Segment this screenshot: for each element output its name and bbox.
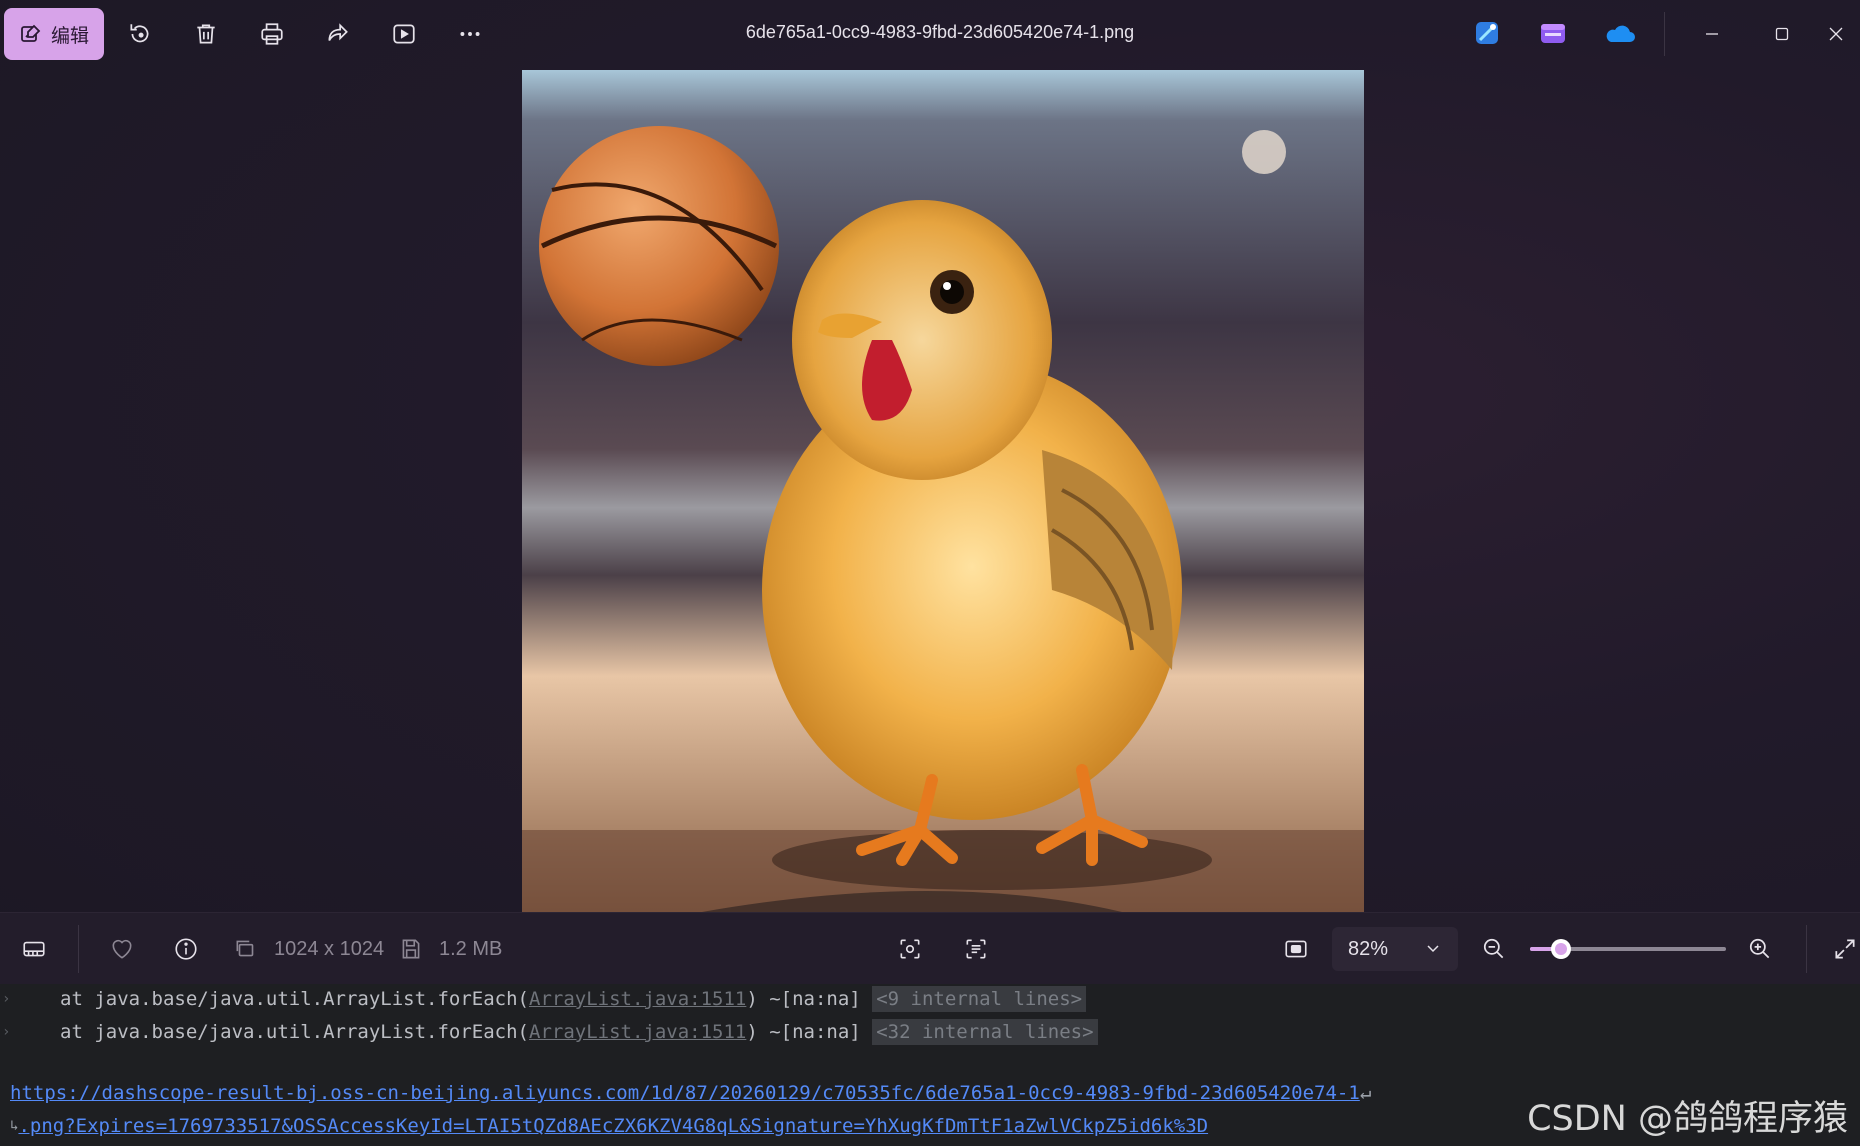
zoom-in-icon[interactable] [1742, 931, 1778, 967]
zoom-out-icon[interactable] [1476, 931, 1512, 967]
toolbar-divider [1806, 925, 1807, 973]
chevron-down-icon [1427, 945, 1439, 953]
image-dimensions: 1024 x 1024 [274, 938, 385, 960]
close-icon[interactable] [1828, 14, 1860, 54]
zoom-level-value: 82% [1348, 937, 1389, 960]
rotate-icon[interactable] [120, 14, 160, 54]
favorite-heart-icon[interactable] [104, 931, 140, 967]
internal-lines-fold[interactable]: <32 internal lines> [872, 1019, 1098, 1045]
onedrive-icon[interactable] [1602, 16, 1636, 50]
source-link[interactable]: ArrayList.java:1511 [529, 1021, 746, 1043]
zoom-level-dropdown[interactable]: 82% [1332, 927, 1458, 971]
slideshow-icon[interactable] [384, 14, 424, 54]
image-url-link[interactable]: https://dashscope-result-bj.oss-cn-beiji… [10, 1082, 1360, 1104]
filmstrip-icon[interactable] [16, 931, 52, 967]
log-prefix: at java.base/java.util.ArrayList.forEach… [60, 988, 529, 1010]
zoom-slider[interactable] [1530, 939, 1726, 959]
soft-wrap-continue-icon: ↳ [10, 1118, 19, 1134]
more-options-icon[interactable] [450, 14, 490, 54]
maximize-icon[interactable] [1760, 14, 1804, 54]
log-line: › at java.base/java.util.ArrayList.forEa… [0, 984, 1087, 1014]
displayed-image[interactable] [522, 70, 1364, 912]
internal-lines-fold[interactable]: <9 internal lines> [872, 986, 1087, 1012]
print-icon[interactable] [252, 14, 292, 54]
visual-search-icon[interactable] [892, 931, 928, 967]
photo-viewer: 编辑 6de765a1-0cc9-4983-9fbd-23d605420e74-… [0, 0, 1860, 985]
file-name-title: 6de765a1-0cc9-4983-9fbd-23d605420e74-1.p… [745, 22, 1135, 42]
edit-button[interactable]: 编辑 [4, 8, 104, 60]
soft-wrap-icon: ↵ [1359, 1082, 1372, 1104]
top-toolbar: 编辑 6de765a1-0cc9-4983-9fbd-23d605420e74-… [0, 0, 1860, 68]
delete-icon[interactable] [186, 14, 226, 54]
minimize-icon[interactable] [1690, 14, 1734, 54]
file-size-icon [398, 931, 424, 967]
log-prefix: at java.base/java.util.ArrayList.forEach… [60, 1021, 529, 1043]
dimensions-icon [232, 931, 260, 967]
log-suffix: ) ~[na:na] [746, 1021, 873, 1043]
ide-console-output: › at java.base/java.util.ArrayList.forEa… [0, 984, 1860, 1146]
fit-to-window-icon[interactable] [1278, 931, 1314, 967]
share-icon[interactable] [318, 14, 358, 54]
expand-chevron-icon[interactable]: › [0, 991, 60, 1007]
bottom-toolbar: 1024 x 1024 1.2 MB 82% [0, 912, 1860, 985]
chicken-basketball-photo [522, 70, 1364, 912]
source-link[interactable]: ArrayList.java:1511 [529, 988, 746, 1010]
url-row-2: ↳ .png?Expires=1769733517&OSSAccessKeyId… [0, 1111, 1500, 1141]
zoom-slider-thumb[interactable] [1551, 939, 1572, 959]
edit-button-label: 编辑 [50, 25, 89, 47]
window-controls-divider [1664, 12, 1665, 56]
log-suffix: ) ~[na:na] [746, 988, 873, 1010]
designer-app-icon[interactable] [1470, 16, 1504, 50]
url-row-1: https://dashscope-result-bj.oss-cn-beiji… [0, 1078, 1500, 1108]
text-recognition-icon[interactable] [958, 931, 994, 967]
image-url-link-continued[interactable]: .png?Expires=1769733517&OSSAccessKeyId=L… [18, 1115, 1208, 1137]
expand-chevron-icon[interactable]: › [0, 1024, 60, 1040]
file-size: 1.2 MB [439, 938, 503, 960]
edit-image-icon [21, 24, 41, 42]
full-screen-icon[interactable] [1832, 931, 1860, 967]
log-line: › at java.base/java.util.ArrayList.forEa… [0, 1017, 1098, 1047]
csdn-watermark: CSDN @鸽鸽程序猿 [1527, 1099, 1848, 1139]
toolbar-divider [78, 925, 79, 973]
clipchamp-app-icon[interactable] [1536, 16, 1570, 50]
info-icon[interactable] [168, 931, 204, 967]
